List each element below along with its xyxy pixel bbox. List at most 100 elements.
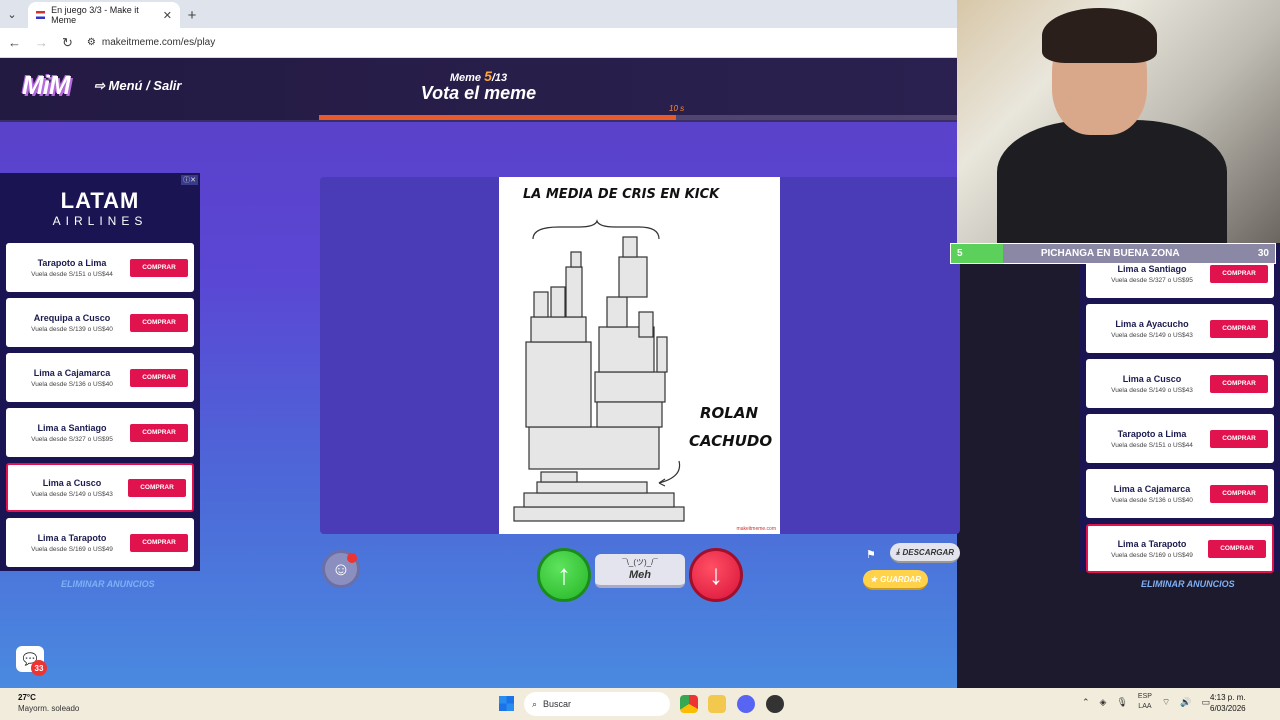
buy-button[interactable]: COMPRAR: [1210, 264, 1268, 283]
ad-route-card[interactable]: Arequipa a Cusco Vuela desde S/139 o US$4…: [6, 298, 194, 347]
star-icon: ★: [869, 574, 878, 584]
tab-menu-chevron-icon[interactable]: ⌄: [0, 0, 24, 28]
buy-button[interactable]: COMPRAR: [130, 423, 188, 442]
remove-ads-right-link[interactable]: ELIMINAR ANUNCIOS: [1141, 579, 1235, 589]
tray-chevron-icon[interactable]: ⌃: [1082, 697, 1090, 708]
chrome-icon[interactable]: [680, 695, 698, 713]
ad-route-name: Tarapoto a Lima: [37, 257, 107, 268]
time-progress-bar: [319, 115, 957, 120]
ad-route-text: Tarapoto a Lima Vuela desde S/151 o US$44: [14, 258, 130, 278]
forward-icon[interactable]: →: [35, 35, 48, 50]
streamer-body: [997, 120, 1227, 243]
meme-caption-label: ROLAN CACHUDO: [689, 399, 772, 455]
url-field[interactable]: ⚙ makeitmeme.com/es/play: [87, 37, 215, 48]
buy-button[interactable]: COMPRAR: [1210, 484, 1268, 503]
ad-left-list: Tarapoto a Lima Vuela desde S/151 o US$44…: [0, 243, 200, 567]
ad-route-card[interactable]: Lima a Ayacucho Vuela desde S/149 o US$43…: [1086, 304, 1274, 353]
upvote-button[interactable]: ↑: [537, 548, 591, 602]
ad-route-text: Arequipa a Cusco Vuela desde S/139 o US$4…: [14, 313, 130, 333]
save-button[interactable]: ★ GUARDAR: [863, 570, 928, 590]
buy-button[interactable]: COMPRAR: [130, 533, 188, 552]
ad-route-price: Vuela desde S/151 o US$44: [1111, 441, 1193, 449]
ad-route-card[interactable]: Tarapoto a Lima Vuela desde S/151 o US$44…: [1086, 414, 1274, 463]
browser-tab-bar: ⌄ En juego 3/3 - Make it Meme ✕ +: [0, 0, 957, 28]
ad-route-name: Lima a Ayacucho: [1115, 318, 1189, 329]
emoji-reaction-button[interactable]: ☺: [322, 550, 360, 588]
ad-route-card[interactable]: Lima a Cusco Vuela desde S/149 o US$43 COM…: [6, 463, 194, 512]
ad-route-card[interactable]: Tarapoto a Lima Vuela desde S/151 o US$44…: [6, 243, 194, 292]
ad-route-card[interactable]: Lima a Cajamarca Vuela desde S/136 o US$4…: [6, 353, 194, 402]
volume-icon[interactable]: 🔊: [1180, 697, 1191, 708]
meme-counter-current: 5: [484, 68, 492, 84]
meh-button[interactable]: ¯\_(ツ)_/¯ Meh: [595, 554, 685, 588]
battery-icon[interactable]: ▭: [1202, 697, 1211, 708]
taskbar-search[interactable]: ⌕ Buscar: [524, 692, 670, 716]
downvote-button[interactable]: ↓: [689, 548, 743, 602]
ad-brand-name: LATAM: [60, 188, 140, 213]
file-explorer-icon[interactable]: [708, 695, 726, 713]
site-info-icon[interactable]: ⚙: [87, 37, 96, 48]
ad-route-text: Lima a Ayacucho Vuela desde S/149 o US$43: [1094, 319, 1210, 339]
page-title: Vota el meme: [420, 83, 537, 103]
language-indicator[interactable]: ESP LAA: [1138, 692, 1152, 712]
buy-button[interactable]: COMPRAR: [130, 313, 188, 332]
ad-brand-logo[interactable]: LATAM AIRLINES: [0, 173, 200, 243]
ad-left: ⓘ✕ LATAM AIRLINES Tarapoto a Lima Vuela d…: [0, 173, 200, 571]
new-tab-icon[interactable]: +: [180, 2, 204, 28]
reload-icon[interactable]: ↻: [62, 35, 73, 51]
chat-button[interactable]: 💬 33: [16, 646, 47, 676]
smiley-icon: ☺: [331, 558, 351, 579]
ad-route-card[interactable]: Lima a Cusco Vuela desde S/149 o US$43 COM…: [1086, 359, 1274, 408]
save-label: GUARDAR: [880, 574, 922, 584]
buy-button[interactable]: COMPRAR: [1210, 429, 1268, 448]
meh-face: ¯\_(ツ)_/¯: [622, 558, 658, 567]
site-favicon-icon: [36, 11, 46, 19]
report-flag-icon[interactable]: ⚑: [866, 548, 876, 561]
tab-title: En juego 3/3 - Make it Meme: [51, 5, 139, 25]
remove-ads-left-link[interactable]: ELIMINAR ANUNCIOS: [61, 579, 155, 589]
weather-text: Mayorm. soleado: [18, 704, 80, 713]
buy-button[interactable]: COMPRAR: [128, 478, 186, 497]
ad-route-card[interactable]: Lima a Tarapoto Vuela desde S/169 o US$49…: [6, 518, 194, 567]
ad-right-list: Lima a Santiago Vuela desde S/327 o US$95…: [1080, 245, 1280, 573]
discord-icon[interactable]: [737, 695, 755, 713]
browser-tab[interactable]: En juego 3/3 - Make it Meme ✕: [28, 2, 180, 28]
buy-button[interactable]: COMPRAR: [130, 368, 188, 387]
ad-route-text: Lima a Cusco Vuela desde S/149 o US$43: [16, 478, 128, 498]
ad-route-card[interactable]: Lima a Cajamarca Vuela desde S/136 o US$4…: [1086, 469, 1274, 518]
overlay-right-value: 30: [1257, 248, 1269, 259]
back-icon[interactable]: ←: [8, 35, 21, 50]
buy-button[interactable]: COMPRAR: [1210, 319, 1268, 338]
meme-drawing: [513, 219, 685, 522]
address-bar: ← → ↻ ⚙ makeitmeme.com/es/play: [0, 28, 957, 58]
buy-button[interactable]: COMPRAR: [1210, 374, 1268, 393]
ad-route-name: Tarapoto a Lima: [1117, 428, 1187, 439]
ad-route-name: Arequipa a Cusco: [33, 312, 111, 323]
obs-icon[interactable]: [766, 695, 784, 713]
weather-widget[interactable]: 27°C Mayorm. soleado: [18, 692, 79, 714]
buy-button[interactable]: COMPRAR: [130, 258, 188, 277]
wifi-icon[interactable]: ⌔: [1162, 697, 1170, 708]
ad-route-text: Lima a Tarapoto Vuela desde S/169 o US$49: [14, 533, 130, 553]
ad-route-text: Lima a Cajamarca Vuela desde S/136 o US$4…: [1094, 484, 1210, 504]
download-label: DESCARGAR: [902, 547, 955, 557]
timer-text: 10 s: [669, 104, 685, 113]
network-app-icon[interactable]: ◈: [1100, 697, 1107, 708]
close-tab-icon[interactable]: ✕: [163, 9, 172, 22]
ad-route-text: Lima a Santiago Vuela desde S/327 o US$95: [1094, 264, 1210, 284]
search-icon: ⌕: [532, 698, 538, 709]
ad-route-price: Vuela desde S/151 o US$44: [31, 270, 113, 278]
download-button[interactable]: ⤓ DESCARGAR: [890, 543, 960, 563]
buy-button[interactable]: COMPRAR: [1208, 539, 1266, 558]
ad-route-card[interactable]: Lima a Tarapoto Vuela desde S/169 o US$49…: [1086, 524, 1274, 573]
taskbar-clock[interactable]: 4:13 p. m. 6/03/2026: [1210, 692, 1246, 714]
windows-start-icon[interactable]: [499, 696, 514, 711]
ad-route-text: Lima a Santiago Vuela desde S/327 o US$95: [14, 423, 130, 443]
ad-close-icon[interactable]: ⓘ✕: [181, 175, 198, 185]
ad-route-price: Vuela desde S/149 o US$43: [1111, 331, 1193, 339]
microphone-icon[interactable]: 🎙: [1116, 697, 1127, 708]
ad-route-text: Lima a Tarapoto Vuela desde S/169 o US$49: [1096, 539, 1208, 559]
ad-route-price: Vuela desde S/327 o US$95: [1111, 276, 1193, 284]
ad-route-text: Lima a Cajamarca Vuela desde S/136 o US$4…: [14, 368, 130, 388]
ad-route-card[interactable]: Lima a Santiago Vuela desde S/327 o US$95…: [6, 408, 194, 457]
